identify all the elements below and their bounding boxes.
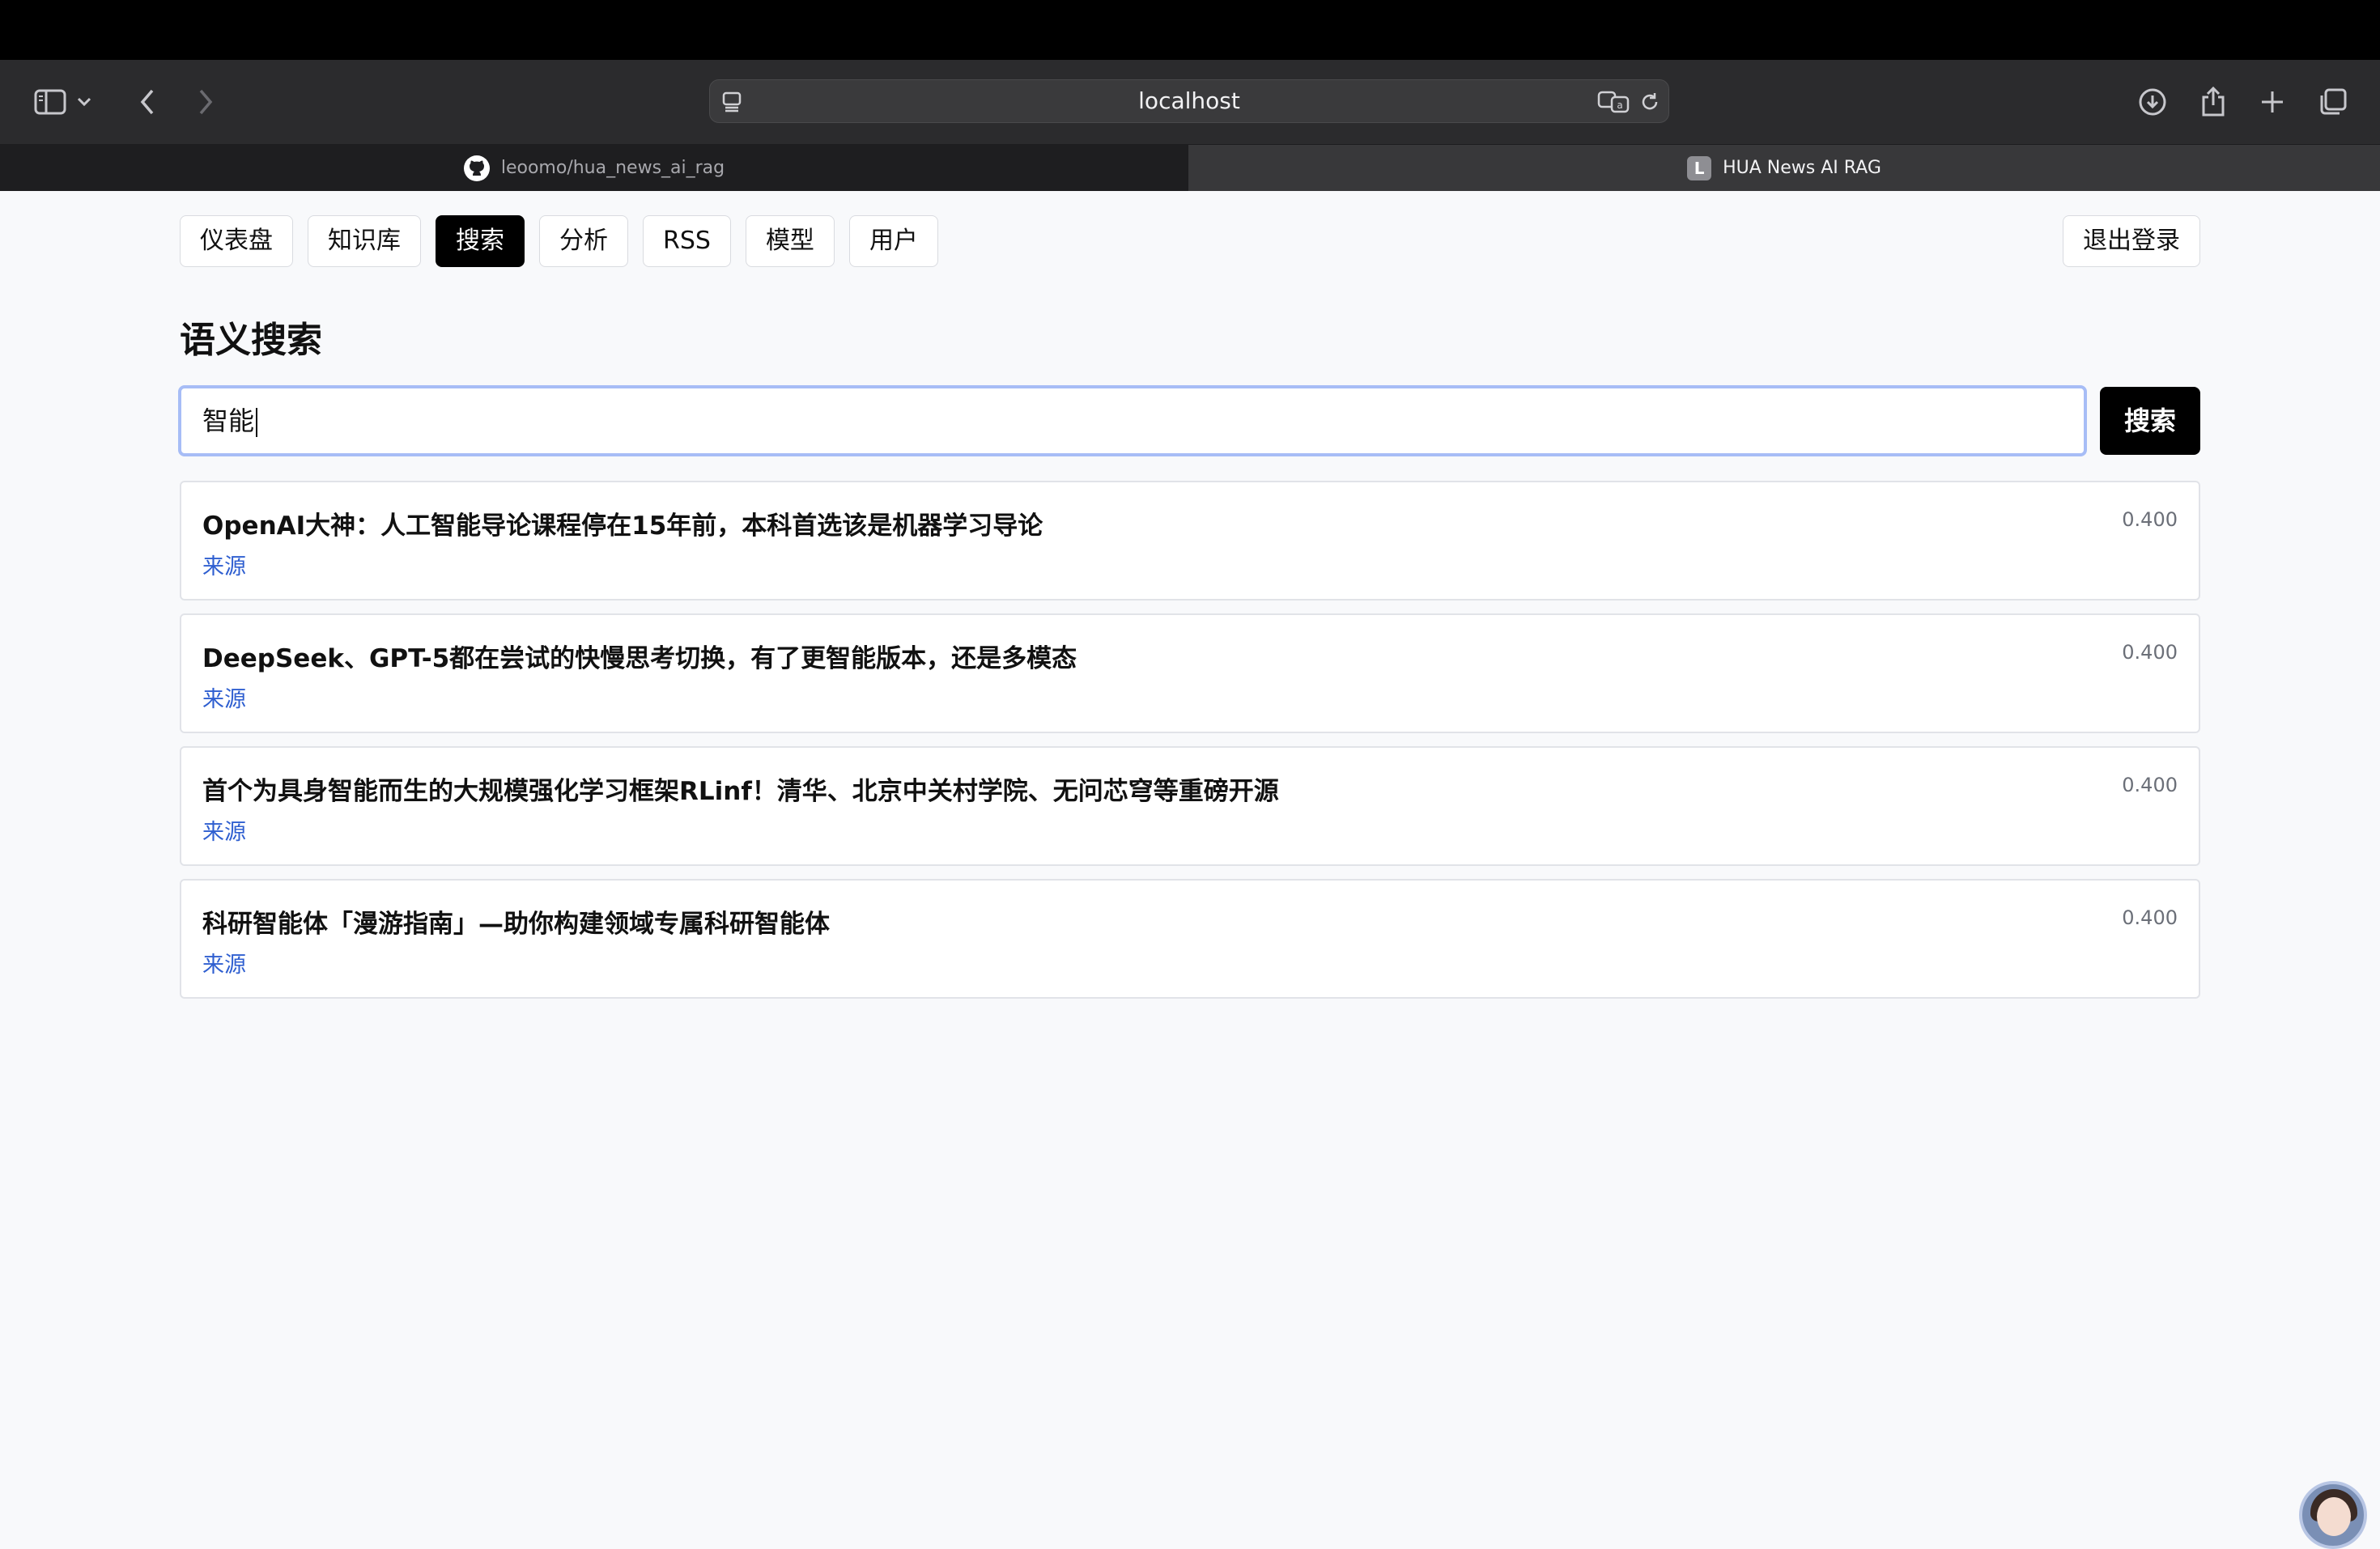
result-card: DeepSeek、GPT-5都在尝试的快慢思考切换，有了更智能版本，还是多模态 … <box>180 613 2200 733</box>
search-input[interactable]: 智能 <box>178 385 2087 456</box>
forward-icon[interactable] <box>180 76 232 128</box>
nav-users[interactable]: 用户 <box>848 215 938 267</box>
tab-favicon: L <box>1687 155 1712 180</box>
result-title: 科研智能体「漫游指南」—助你构建领域专属科研智能体 <box>202 910 830 939</box>
result-source-link[interactable]: 来源 <box>202 947 246 978</box>
result-title: 首个为具身智能而生的大规模强化学习框架RLinf！清华、北京中关村学院、无问芯穹… <box>202 777 1279 806</box>
new-tab-icon[interactable] <box>2246 76 2298 128</box>
browser-tab-bar: leoomo/hua_news_ai_rag L HUA News AI RAG <box>0 144 2380 191</box>
svg-text:a: a <box>1617 100 1622 111</box>
nav-knowledge-base[interactable]: 知识库 <box>308 215 421 267</box>
result-card: OpenAI大神：人工智能导论课程停在15年前，本科首选该是机器学习导论 来源 … <box>180 481 2200 601</box>
result-score: 0.400 <box>2122 774 2178 796</box>
tab-label: HUA News AI RAG <box>1723 158 1881 178</box>
nav-analysis[interactable]: 分析 <box>539 215 628 267</box>
result-source-link[interactable]: 来源 <box>202 681 246 713</box>
url-text: localhost <box>1138 87 1240 114</box>
nav-search[interactable]: 搜索 <box>436 215 525 267</box>
address-bar[interactable]: localhost a <box>709 79 1669 123</box>
download-icon[interactable] <box>2127 76 2178 128</box>
assistant-avatar[interactable] <box>2299 1481 2367 1549</box>
browser-tab-github[interactable]: leoomo/hua_news_ai_rag <box>0 145 1188 191</box>
result-title: OpenAI大神：人工智能导论课程停在15年前，本科首选该是机器学习导论 <box>202 511 1043 541</box>
text-caret <box>256 408 258 437</box>
result-source-link[interactable]: 来源 <box>202 549 246 580</box>
translate-icon[interactable]: a <box>1596 88 1631 116</box>
nav-dashboard[interactable]: 仪表盘 <box>180 215 293 267</box>
share-icon[interactable] <box>2187 76 2239 128</box>
tab-label: leoomo/hua_news_ai_rag <box>500 158 725 178</box>
result-score: 0.400 <box>2122 641 2178 664</box>
tab-overview-icon[interactable] <box>2307 76 2359 128</box>
nav-rss[interactable]: RSS <box>643 215 731 267</box>
result-card: 首个为具身智能而生的大规模强化学习框架RLinf！清华、北京中关村学院、无问芯穹… <box>180 746 2200 866</box>
result-title: DeepSeek、GPT-5都在尝试的快慢思考切换，有了更智能版本，还是多模态 <box>202 644 1077 673</box>
result-score: 0.400 <box>2122 508 2178 531</box>
reload-icon[interactable] <box>1636 88 1664 116</box>
system-menu-bar <box>0 0 2380 60</box>
chevron-down-icon[interactable] <box>68 76 100 128</box>
result-source-link[interactable]: 来源 <box>202 814 246 846</box>
nav-models[interactable]: 模型 <box>745 215 835 267</box>
result-card: 科研智能体「漫游指南」—助你构建领域专属科研智能体 来源 0.400 <box>180 879 2200 999</box>
back-icon[interactable] <box>121 76 173 128</box>
logout-button[interactable]: 退出登录 <box>2063 215 2200 267</box>
search-results: OpenAI大神：人工智能导论课程停在15年前，本科首选该是机器学习导论 来源 … <box>180 481 2200 1012</box>
page-title: 语义搜索 <box>180 320 322 361</box>
browser-tab-hua-news[interactable]: L HUA News AI RAG <box>1188 145 2380 191</box>
github-icon <box>463 155 490 181</box>
result-score: 0.400 <box>2122 906 2178 929</box>
avatar-face <box>2317 1497 2351 1536</box>
search-input-value: 智能 <box>202 405 255 436</box>
search-button[interactable]: 搜索 <box>2100 387 2200 455</box>
main-nav: 仪表盘 知识库 搜索 分析 RSS 模型 用户 <box>180 215 938 267</box>
